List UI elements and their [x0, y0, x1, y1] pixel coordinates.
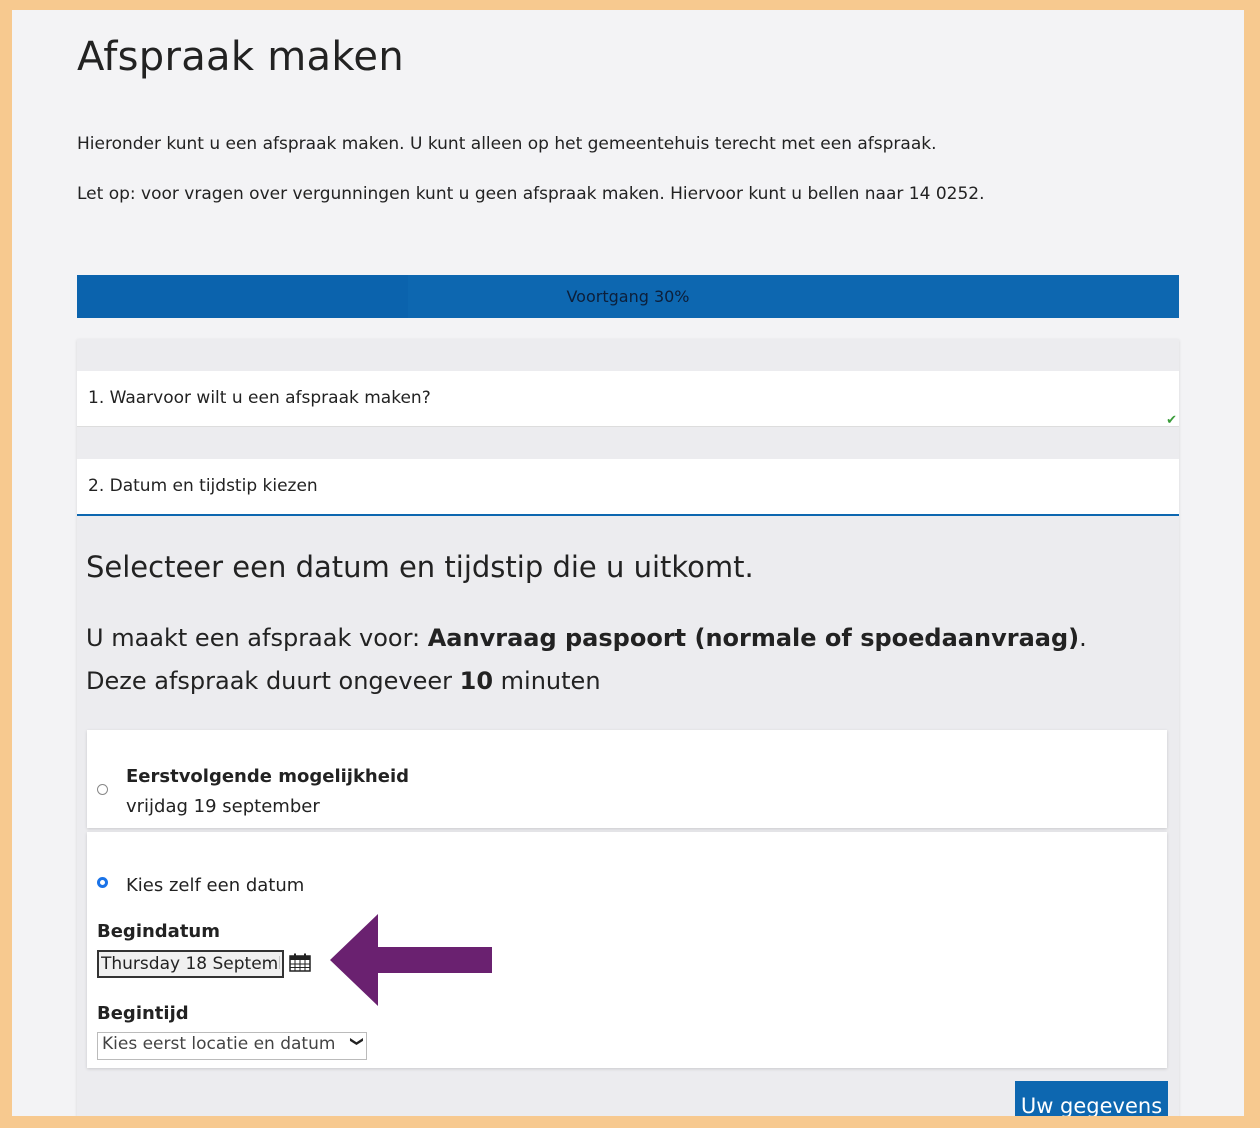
option-choose-date[interactable]: Kies zelf een datum Begindatum Begintijd… — [87, 832, 1167, 1068]
page: Afspraak maken Hieronder kunt u een afsp… — [12, 10, 1244, 1116]
begintijd-label: Begintijd — [97, 1003, 189, 1024]
first-available-date: vrijdag 19 september — [126, 796, 320, 817]
chevron-down-icon: ❯ — [349, 1036, 365, 1047]
duration-value: 10 — [459, 667, 494, 695]
info-prefix: U maakt een afspraak voor: — [86, 624, 428, 652]
progress-label: Voortgang 30% — [566, 287, 690, 306]
info-suffix: minuten — [493, 667, 601, 695]
choose-date-label: Kies zelf een datum — [126, 875, 305, 896]
option-first-available[interactable]: Eerstvolgende mogelijkheid vrijdag 19 se… — [87, 730, 1167, 828]
choose-date-radio[interactable] — [97, 877, 108, 888]
begintijd-select[interactable]: Kies eerst locatie en datum ❯ — [97, 1032, 367, 1060]
first-available-title: Eerstvolgende mogelijkheid — [126, 766, 410, 787]
step-2-label: 2. Datum en tijdstip kiezen — [88, 476, 318, 496]
step-1-label: 1. Waarvoor wilt u een afspraak maken? — [88, 388, 431, 408]
begindatum-input[interactable] — [97, 950, 284, 978]
appointment-info: U maakt een afspraak voor: Aanvraag pasp… — [86, 617, 1146, 703]
begintijd-selected-value: Kies eerst locatie en datum — [102, 1034, 336, 1054]
begindatum-label: Begindatum — [97, 921, 221, 942]
check-icon: ✔ — [1166, 413, 1177, 428]
calendar-icon[interactable] — [289, 953, 311, 972]
service-name: Aanvraag paspoort (normale of spoedaanvr… — [427, 624, 1080, 652]
intro-text: Hieronder kunt u een afspraak maken. U k… — [77, 134, 937, 154]
first-available-radio[interactable] — [97, 784, 108, 795]
progress-bar: Voortgang 30% — [77, 275, 1179, 318]
step-1-header[interactable]: 1. Waarvoor wilt u een afspraak maken? ✔ — [77, 371, 1179, 428]
step-2-header[interactable]: 2. Datum en tijdstip kiezen — [77, 459, 1179, 516]
notice-text: Let op: voor vragen over vergunningen ku… — [77, 184, 985, 204]
section-heading: Selecteer een datum en tijdstip die u ui… — [86, 550, 754, 584]
next-button[interactable]: Uw gegevens — [1015, 1081, 1168, 1116]
page-title: Afspraak maken — [77, 34, 404, 80]
arrow-left-icon — [330, 914, 492, 1006]
